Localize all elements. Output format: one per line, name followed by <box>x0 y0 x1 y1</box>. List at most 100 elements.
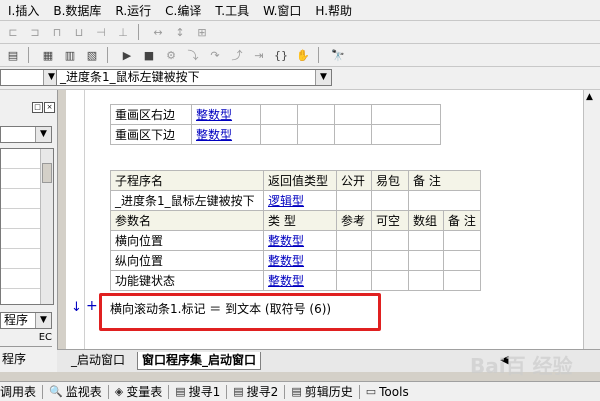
left-panel: □ × ▼ 程序 ▼ EC 程序 <box>0 90 58 372</box>
layout1-icon[interactable]: ▦ <box>39 46 57 64</box>
layout2-icon[interactable]: ▥ <box>61 46 79 64</box>
window-list-icon[interactable]: ▤ <box>4 46 22 64</box>
compile-icon[interactable]: ⚙ <box>162 46 180 64</box>
bookmark-icon[interactable]: {} <box>272 46 290 64</box>
param-table-top: 重画区右边 整数型 重画区下边 整数型 <box>110 104 441 145</box>
step-out-icon[interactable]: ⤴ <box>228 46 246 64</box>
table-header-row: 参数名 类 型 参考 可空 数组 备 注 <box>110 210 481 231</box>
event-selector-row: ▼ _进度条1_鼠标左键被按下 ▼ <box>0 67 600 90</box>
col-header: 返回值类型 <box>263 170 337 191</box>
param-type[interactable]: 整数型 <box>191 104 261 125</box>
tab-search1[interactable]: ▤ 搜寻1 <box>175 383 220 400</box>
chevron-down-icon[interactable]: ▼ <box>315 70 331 85</box>
expand-plus-icon[interactable]: + <box>86 298 98 314</box>
align-right-icon[interactable]: ⊓ <box>48 23 66 41</box>
subroutine-table: 子程序名 返回值类型 公开 易包 备 注 _进度条1_鼠标左键被按下 逻辑型 参… <box>110 170 481 291</box>
property-list[interactable] <box>0 148 54 305</box>
table-row: 纵向位置 整数型 <box>110 250 481 271</box>
menu-run[interactable]: R.运行 <box>115 2 151 19</box>
scroll-up-icon[interactable]: ▲ <box>586 92 593 102</box>
chevron-down-icon[interactable]: ▼ <box>35 127 51 142</box>
menu-insert[interactable]: I.插入 <box>8 2 39 19</box>
tab-window-assembly[interactable]: 窗口程序集_启动窗口 <box>137 352 262 370</box>
editor-scrollbar[interactable]: ▲ <box>583 90 600 349</box>
hand-icon[interactable]: ✋ <box>294 46 312 64</box>
separator <box>226 384 228 399</box>
table-row: 功能键状态 整数型 <box>110 270 481 291</box>
col-header: 易包 <box>371 170 409 191</box>
param-name[interactable]: 功能键状态 <box>110 270 264 291</box>
tab-startup-window[interactable]: _启动窗口 <box>67 352 129 369</box>
close-icon[interactable]: × <box>44 102 55 113</box>
panel-combo[interactable]: ▼ <box>0 126 52 143</box>
panel-bottom-combo-value: 程序 <box>4 313 29 327</box>
subroutine-name[interactable]: _进度条1_鼠标左键被按下 <box>110 190 264 211</box>
run-icon[interactable]: ▶ <box>118 46 136 64</box>
toolbar-separator <box>138 24 139 40</box>
panel-titlebar: □ × <box>0 102 57 116</box>
separator <box>107 384 109 399</box>
spacing-vertical-icon[interactable]: ⊥ <box>114 23 132 41</box>
event-combo[interactable]: _进度条1_鼠标左键被按下 ▼ <box>56 69 332 86</box>
param-name[interactable]: 重画区下边 <box>110 124 192 145</box>
menu-database[interactable]: B.数据库 <box>53 2 101 19</box>
table-row: _进度条1_鼠标左键被按下 逻辑型 <box>110 190 481 211</box>
menu-compile[interactable]: C.编译 <box>165 2 201 19</box>
event-combo-value: _进度条1_鼠标左键被按下 <box>60 70 200 84</box>
table-row: 重画区下边 整数型 <box>110 124 441 145</box>
ec-label: EC <box>0 332 52 347</box>
param-name[interactable]: 重画区右边 <box>110 104 192 125</box>
layout3-icon[interactable]: ▧ <box>83 46 101 64</box>
separator <box>42 384 44 399</box>
spacing-horizontal-icon[interactable]: ⊣ <box>92 23 110 41</box>
param-name[interactable]: 横向位置 <box>110 230 264 251</box>
find-icon[interactable]: 🔭 <box>329 46 347 64</box>
object-combo[interactable]: ▼ <box>0 69 60 86</box>
variable-icon: ◈ <box>114 385 124 398</box>
tab-tools[interactable]: ▭ Tools <box>366 385 409 399</box>
toolbar-separator <box>318 47 319 63</box>
tab-watch-table[interactable]: 🔍 监视表 <box>49 383 102 400</box>
param-name[interactable]: 纵向位置 <box>110 250 264 271</box>
tab-search2[interactable]: ▤ 搜寻2 <box>233 383 278 400</box>
param-type[interactable]: 整数型 <box>263 230 337 251</box>
step-into-icon[interactable]: ⤵ <box>184 46 202 64</box>
align-center-icon[interactable]: ⊐ <box>26 23 44 41</box>
run-to-cursor-icon[interactable]: ⇥ <box>250 46 268 64</box>
step-over-icon[interactable]: ↷ <box>206 46 224 64</box>
highlight-box <box>99 293 381 331</box>
tab-clip-history[interactable]: ▤ 剪辑历史 <box>291 383 352 400</box>
param-type[interactable]: 整数型 <box>191 124 261 145</box>
watermark: Bai百 经验 <box>470 354 573 378</box>
menu-window[interactable]: W.窗口 <box>263 2 301 19</box>
menu-help[interactable]: H.帮助 <box>315 2 352 19</box>
param-type[interactable]: 整数型 <box>263 250 337 271</box>
program-tab[interactable]: 程序 <box>2 350 26 367</box>
document-icon: ▤ <box>291 385 302 398</box>
panel-scrollbar[interactable] <box>40 149 53 304</box>
col-header: 备 注 <box>443 210 481 231</box>
menu-tools[interactable]: T.工具 <box>215 2 249 19</box>
spacing-icon[interactable]: ⊔ <box>70 23 88 41</box>
alignment-toolbar: ⊏ ⊐ ⊓ ⊔ ⊣ ⊥ ↔ ↕ ⊞ <box>0 21 600 44</box>
panel-bottom-combo[interactable]: 程序 ▼ <box>0 312 52 329</box>
window-icon: ▭ <box>365 385 377 398</box>
separator <box>168 384 170 399</box>
stop-icon[interactable]: ■ <box>140 46 158 64</box>
tab-call-table[interactable]: 调用表 <box>0 383 36 400</box>
return-type[interactable]: 逻辑型 <box>263 190 337 211</box>
same-width-icon[interactable]: ↔ <box>149 23 167 41</box>
col-header: 数组 <box>408 210 444 231</box>
same-height-icon[interactable]: ↕ <box>171 23 189 41</box>
table-row: 横向位置 整数型 <box>110 230 481 251</box>
tab-variable-table[interactable]: ◈ 变量表 <box>115 383 162 400</box>
chevron-down-icon[interactable]: ▼ <box>35 313 51 328</box>
toolbar-separator <box>107 47 108 63</box>
param-type[interactable]: 整数型 <box>263 270 337 291</box>
scroll-thumb[interactable] <box>42 163 52 183</box>
align-left-icon[interactable]: ⊏ <box>4 23 22 41</box>
same-size-icon[interactable]: ⊞ <box>193 23 211 41</box>
current-line-arrow-icon: ↓ <box>71 300 82 315</box>
col-header: 可空 <box>371 210 409 231</box>
restore-icon[interactable]: □ <box>32 102 43 113</box>
